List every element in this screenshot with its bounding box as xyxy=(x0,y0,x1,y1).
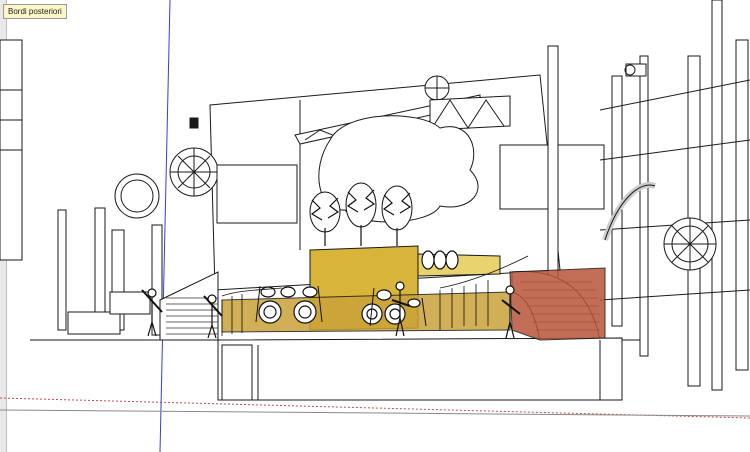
right-wall xyxy=(509,267,606,341)
tooltip: Bordi posteriori xyxy=(3,4,67,19)
3d-viewport[interactable]: Bordi posteriori xyxy=(0,0,750,452)
stage-model-drawing xyxy=(0,0,750,452)
